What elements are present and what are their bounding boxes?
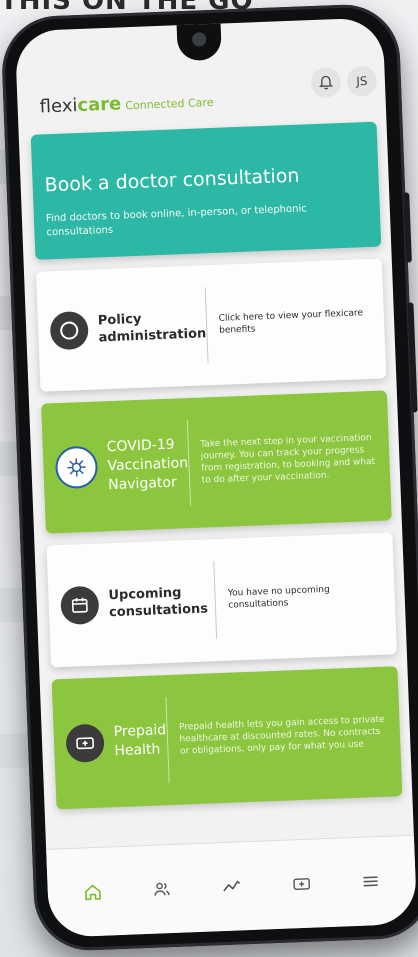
avatar-initials: JS [356,73,368,89]
health-card-icon [292,878,310,890]
phone-frame: flexicare Connected Care JS Book a doctor… [0,2,418,953]
logo-brand: care [76,93,122,117]
bottom-nav [46,834,418,938]
policy-administration-card[interactable]: Policy administration Click here to view… [35,258,387,392]
card-description: Click here to view your flexicare benefi… [218,308,364,336]
hero-title: Book a doctor consultation [44,164,300,197]
card-title: Policy administration [97,311,207,346]
card-title: Prepaid Health [113,722,167,760]
card-title: COVID-19 Vaccination Navigator [106,436,189,493]
card-title: Upcoming consultations [108,585,209,621]
calendar-icon [60,585,100,626]
people-icon [154,882,171,896]
card-list: Book a doctor consultation Find doctors … [30,121,403,822]
nav-people[interactable] [141,869,183,911]
menu-icon [363,876,378,887]
activity-icon [223,880,241,892]
avatar-button[interactable]: JS [346,65,378,97]
covid-vaccination-card[interactable]: COVID-19 Vaccination Navigator Take the … [41,390,392,534]
nav-health-card[interactable] [280,863,322,905]
app-header: flexicare Connected Care JS [16,47,386,131]
health-card-icon [65,723,105,763]
virus-icon [54,445,99,490]
nav-activity[interactable] [211,866,253,908]
app-screen: flexicare Connected Care JS Book a doctor… [14,17,418,938]
bell-icon [319,75,334,90]
upcoming-consultations-card[interactable]: Upcoming consultations You have no upcom… [46,532,397,668]
nav-menu[interactable] [350,861,392,903]
hero-subtitle: Find doctors to book online, in-person, … [45,203,307,239]
home-icon [84,884,101,901]
logo-prefix: flexi [39,95,78,118]
card-divider [213,561,218,640]
card-divider [204,287,209,364]
card-description: You have no upcoming consultations [227,584,330,611]
logo-tagline: Connected Care [125,95,214,113]
circle-icon [49,310,89,351]
nav-home[interactable] [72,871,114,913]
card-description: Prepaid health lets you gain access to p… [178,714,385,757]
card-description: Take the next step in your vaccination j… [200,433,376,486]
flexicare-logo[interactable]: flexicare Connected Care [39,90,214,118]
book-consultation-card[interactable]: Book a doctor consultation Find doctors … [30,121,382,260]
prepaid-health-card[interactable]: Prepaid Health Prepaid health lets you g… [51,666,403,810]
notification-button[interactable] [310,66,342,99]
volume-button [403,192,412,263]
power-button [407,302,418,413]
